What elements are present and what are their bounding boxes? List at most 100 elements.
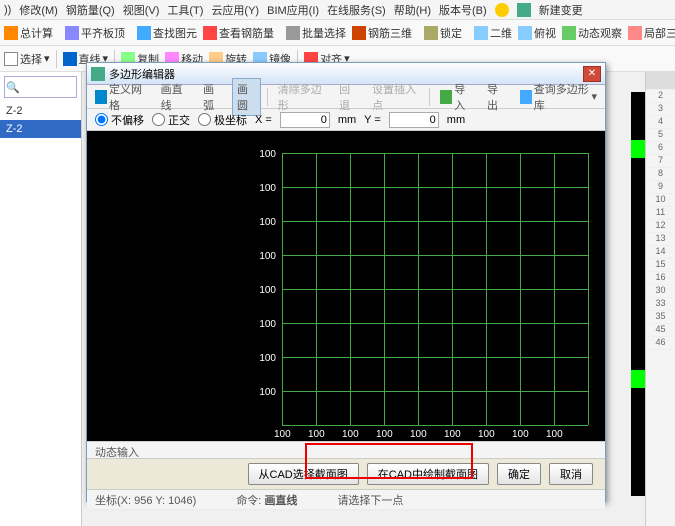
ruler-tick[interactable]: 8 <box>646 168 675 181</box>
menu-item[interactable]: BIM应用(I) <box>267 2 319 18</box>
export-button[interactable]: 导出 <box>483 79 510 115</box>
ruler-tick[interactable]: 5 <box>646 129 675 142</box>
search-icon: 🔍 <box>5 81 21 94</box>
no-offset-radio[interactable]: 不偏移 <box>95 112 144 128</box>
menu-item[interactable]: 工具(T) <box>167 2 203 18</box>
tb-flush[interactable]: 平齐板顶 <box>65 25 125 41</box>
dialog-statusbar: 坐标(X: 956 Y: 1046) 命令: 画直线 请选择下一点 <box>87 489 605 509</box>
tb-top[interactable]: 俯视 <box>518 25 556 41</box>
right-ruler: 2 3 4 5 6 7 8 9 10 11 12 13 14 15 16 30 … <box>645 72 675 526</box>
grid-x-label: 100 <box>376 429 393 440</box>
tree-item-selected[interactable]: Z-2 <box>0 120 81 138</box>
tb-2d[interactable]: 二维 <box>474 25 512 41</box>
ruler-tick[interactable]: 15 <box>646 259 675 272</box>
query-lib-button[interactable]: 查询多边形库▾ <box>516 79 601 115</box>
tb2-select[interactable]: 选择▾ <box>4 51 50 67</box>
lightbulb-icon[interactable] <box>495 3 509 17</box>
ruler-header <box>646 72 675 90</box>
menu-item[interactable]: 帮助(H) <box>394 2 431 18</box>
ruler-tick[interactable]: 12 <box>646 220 675 233</box>
draw-in-cad-button[interactable]: 在CAD中绘制截面图 <box>367 463 489 485</box>
draw-line-button[interactable]: 画直线 <box>157 79 193 115</box>
status-hint: 请选择下一点 <box>337 492 403 508</box>
grid-x-label: 100 <box>342 429 359 440</box>
ruler-tick[interactable]: 30 <box>646 285 675 298</box>
ruler-tick[interactable]: 16 <box>646 272 675 285</box>
menu-item[interactable]: 钢筋量(Q) <box>66 2 115 18</box>
x-label: X = <box>255 114 272 126</box>
left-navigator: 🔍 Z-2 Z-2 <box>0 72 82 526</box>
status-cmd: 命令: 画直线 <box>236 492 297 508</box>
ruler-tick[interactable]: 10 <box>646 194 675 207</box>
tb-local3d[interactable]: 局部三维 <box>628 25 675 41</box>
from-cad-button[interactable]: 从CAD选择截面图 <box>248 463 359 485</box>
drawing-canvas[interactable]: 100 100 100 100 100 100 100 100 100 100 100 100 100 1… <box>87 131 605 441</box>
x-input[interactable] <box>280 112 330 128</box>
grid-y-label: 100 <box>259 217 276 228</box>
tb-view-qty[interactable]: 查看钢筋量 <box>203 25 274 41</box>
define-grid-button[interactable]: 定义网格 <box>91 79 151 115</box>
dynamic-input-label: 动态输入 <box>87 441 605 459</box>
ruler-tick[interactable]: 11 <box>646 207 675 220</box>
draw-arc-button[interactable]: 画弧 <box>199 79 226 115</box>
new-change-button[interactable]: 新建变更 <box>539 2 583 18</box>
search-input[interactable] <box>21 81 71 93</box>
grid-x-label: 100 <box>512 429 529 440</box>
tb-orbit[interactable]: 动态观察 <box>562 25 622 41</box>
separator <box>56 50 57 68</box>
grid-y-label: 100 <box>259 387 276 398</box>
ortho-radio[interactable]: 正交 <box>152 112 190 128</box>
grid-y-label: 100 <box>259 251 276 262</box>
menu-item[interactable]: 修改(M) <box>19 2 58 18</box>
grid-y-label: 100 <box>259 285 276 296</box>
grid-x-label: 100 <box>546 429 563 440</box>
green-marker <box>631 140 645 158</box>
ruler-tick[interactable]: 14 <box>646 246 675 259</box>
menu-item[interactable]: 云应用(Y) <box>211 2 259 18</box>
dialog-toolbar: 定义网格 画直线 画弧 画圆 清除多边形 回退 设置插入点 导入 导出 查询多边… <box>87 85 605 109</box>
grid-x-label: 100 <box>308 429 325 440</box>
grid: 1001001001001001001001001001001001001001… <box>282 153 588 425</box>
grid-x-label: 100 <box>444 429 461 440</box>
import-button[interactable]: 导入 <box>436 79 477 115</box>
cancel-button[interactable]: 取消 <box>549 463 593 485</box>
ruler-tick[interactable]: 35 <box>646 311 675 324</box>
ruler-tick[interactable]: 7 <box>646 155 675 168</box>
polar-radio[interactable]: 极坐标 <box>198 112 247 128</box>
status-coord: 坐标(X: 956 Y: 1046) <box>95 492 196 508</box>
tb-batch[interactable]: 批量选择 <box>286 25 346 41</box>
tree-item[interactable]: Z-2 <box>0 102 81 120</box>
tb-find[interactable]: 查找图元 <box>137 25 197 41</box>
grid-y-label: 100 <box>259 183 276 194</box>
ruler-tick[interactable]: 33 <box>646 298 675 311</box>
menu-item[interactable]: 版本号(B) <box>439 2 487 18</box>
search-input-wrap[interactable]: 🔍 <box>4 76 77 98</box>
grid-x-label: 100 <box>274 429 291 440</box>
grid-y-label: 100 <box>259 149 276 160</box>
new-change-icon[interactable] <box>517 3 531 17</box>
separator <box>267 88 268 106</box>
draw-circle-button[interactable]: 画圆 <box>232 78 261 116</box>
ruler-tick[interactable]: 4 <box>646 116 675 129</box>
undo-button: 回退 <box>335 79 362 115</box>
ruler-tick[interactable]: 2 <box>646 90 675 103</box>
tb-lock[interactable]: 锁定 <box>424 25 462 41</box>
menu-bracket: )) <box>4 4 11 16</box>
grid-x-label: 100 <box>478 429 495 440</box>
ruler-tick[interactable]: 13 <box>646 233 675 246</box>
menu-item[interactable]: 视图(V) <box>123 2 160 18</box>
ok-button[interactable]: 确定 <box>497 463 541 485</box>
ruler-tick[interactable]: 9 <box>646 181 675 194</box>
ruler-tick[interactable]: 46 <box>646 337 675 350</box>
ruler-tick[interactable]: 45 <box>646 324 675 337</box>
menu-item[interactable]: 在线服务(S) <box>327 2 386 18</box>
primary-toolbar: 总计算 平齐板顶 查找图元 查看钢筋量 批量选择 钢筋三维 锁定 二维 俯视 动… <box>0 20 675 46</box>
tb-rebar3d[interactable]: 钢筋三维 <box>352 25 412 41</box>
grid-y-label: 100 <box>259 319 276 330</box>
ruler-tick[interactable]: 3 <box>646 103 675 116</box>
tb-sum[interactable]: 总计算 <box>4 25 53 41</box>
y-input[interactable] <box>389 112 439 128</box>
viewport-strip <box>631 92 645 496</box>
ruler-tick[interactable]: 6 <box>646 142 675 155</box>
main-menubar: )) 修改(M) 钢筋量(Q) 视图(V) 工具(T) 云应用(Y) BIM应用… <box>0 0 675 20</box>
